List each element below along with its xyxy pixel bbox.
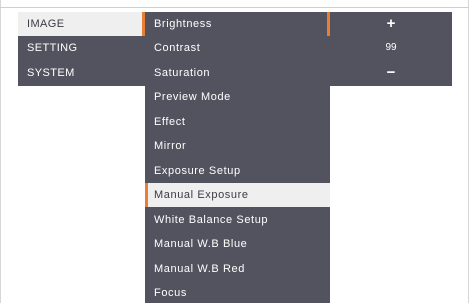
main-menu-item-system[interactable]: SYSTEM: [18, 61, 145, 85]
submenu-item-contrast[interactable]: Contrast: [145, 36, 330, 60]
submenu-item-preview-mode[interactable]: Preview Mode: [145, 85, 330, 109]
main-menu-item-image[interactable]: IMAGE: [18, 12, 145, 36]
submenu-item-white-balance-setup[interactable]: White Balance Setup: [145, 208, 330, 232]
decrease-button[interactable]: −: [330, 61, 452, 85]
submenu-item-mirror[interactable]: Mirror: [145, 134, 330, 158]
submenu-item-brightness[interactable]: Brightness: [145, 12, 330, 36]
top-divider: [0, 7, 469, 8]
value-readout: 99: [385, 42, 397, 53]
value-panel: + 99 −: [330, 12, 452, 86]
submenu-item-focus[interactable]: Focus: [145, 281, 330, 303]
main-menu-item-setting[interactable]: SETTING: [18, 36, 145, 60]
submenu-item-saturation[interactable]: Saturation: [145, 61, 330, 85]
submenu-item-exposure-setup[interactable]: Exposure Setup: [145, 159, 330, 183]
submenu-item-manual-wb-red[interactable]: Manual W.B Red: [145, 257, 330, 281]
submenu-item-manual-exposure[interactable]: Manual Exposure: [145, 183, 330, 207]
image-submenu: Brightness Contrast Saturation Preview M…: [145, 12, 330, 303]
main-menu: IMAGE SETTING SYSTEM: [18, 12, 145, 86]
increase-button[interactable]: +: [330, 12, 452, 36]
submenu-item-manual-wb-blue[interactable]: Manual W.B Blue: [145, 232, 330, 256]
submenu-item-effect[interactable]: Effect: [145, 110, 330, 134]
